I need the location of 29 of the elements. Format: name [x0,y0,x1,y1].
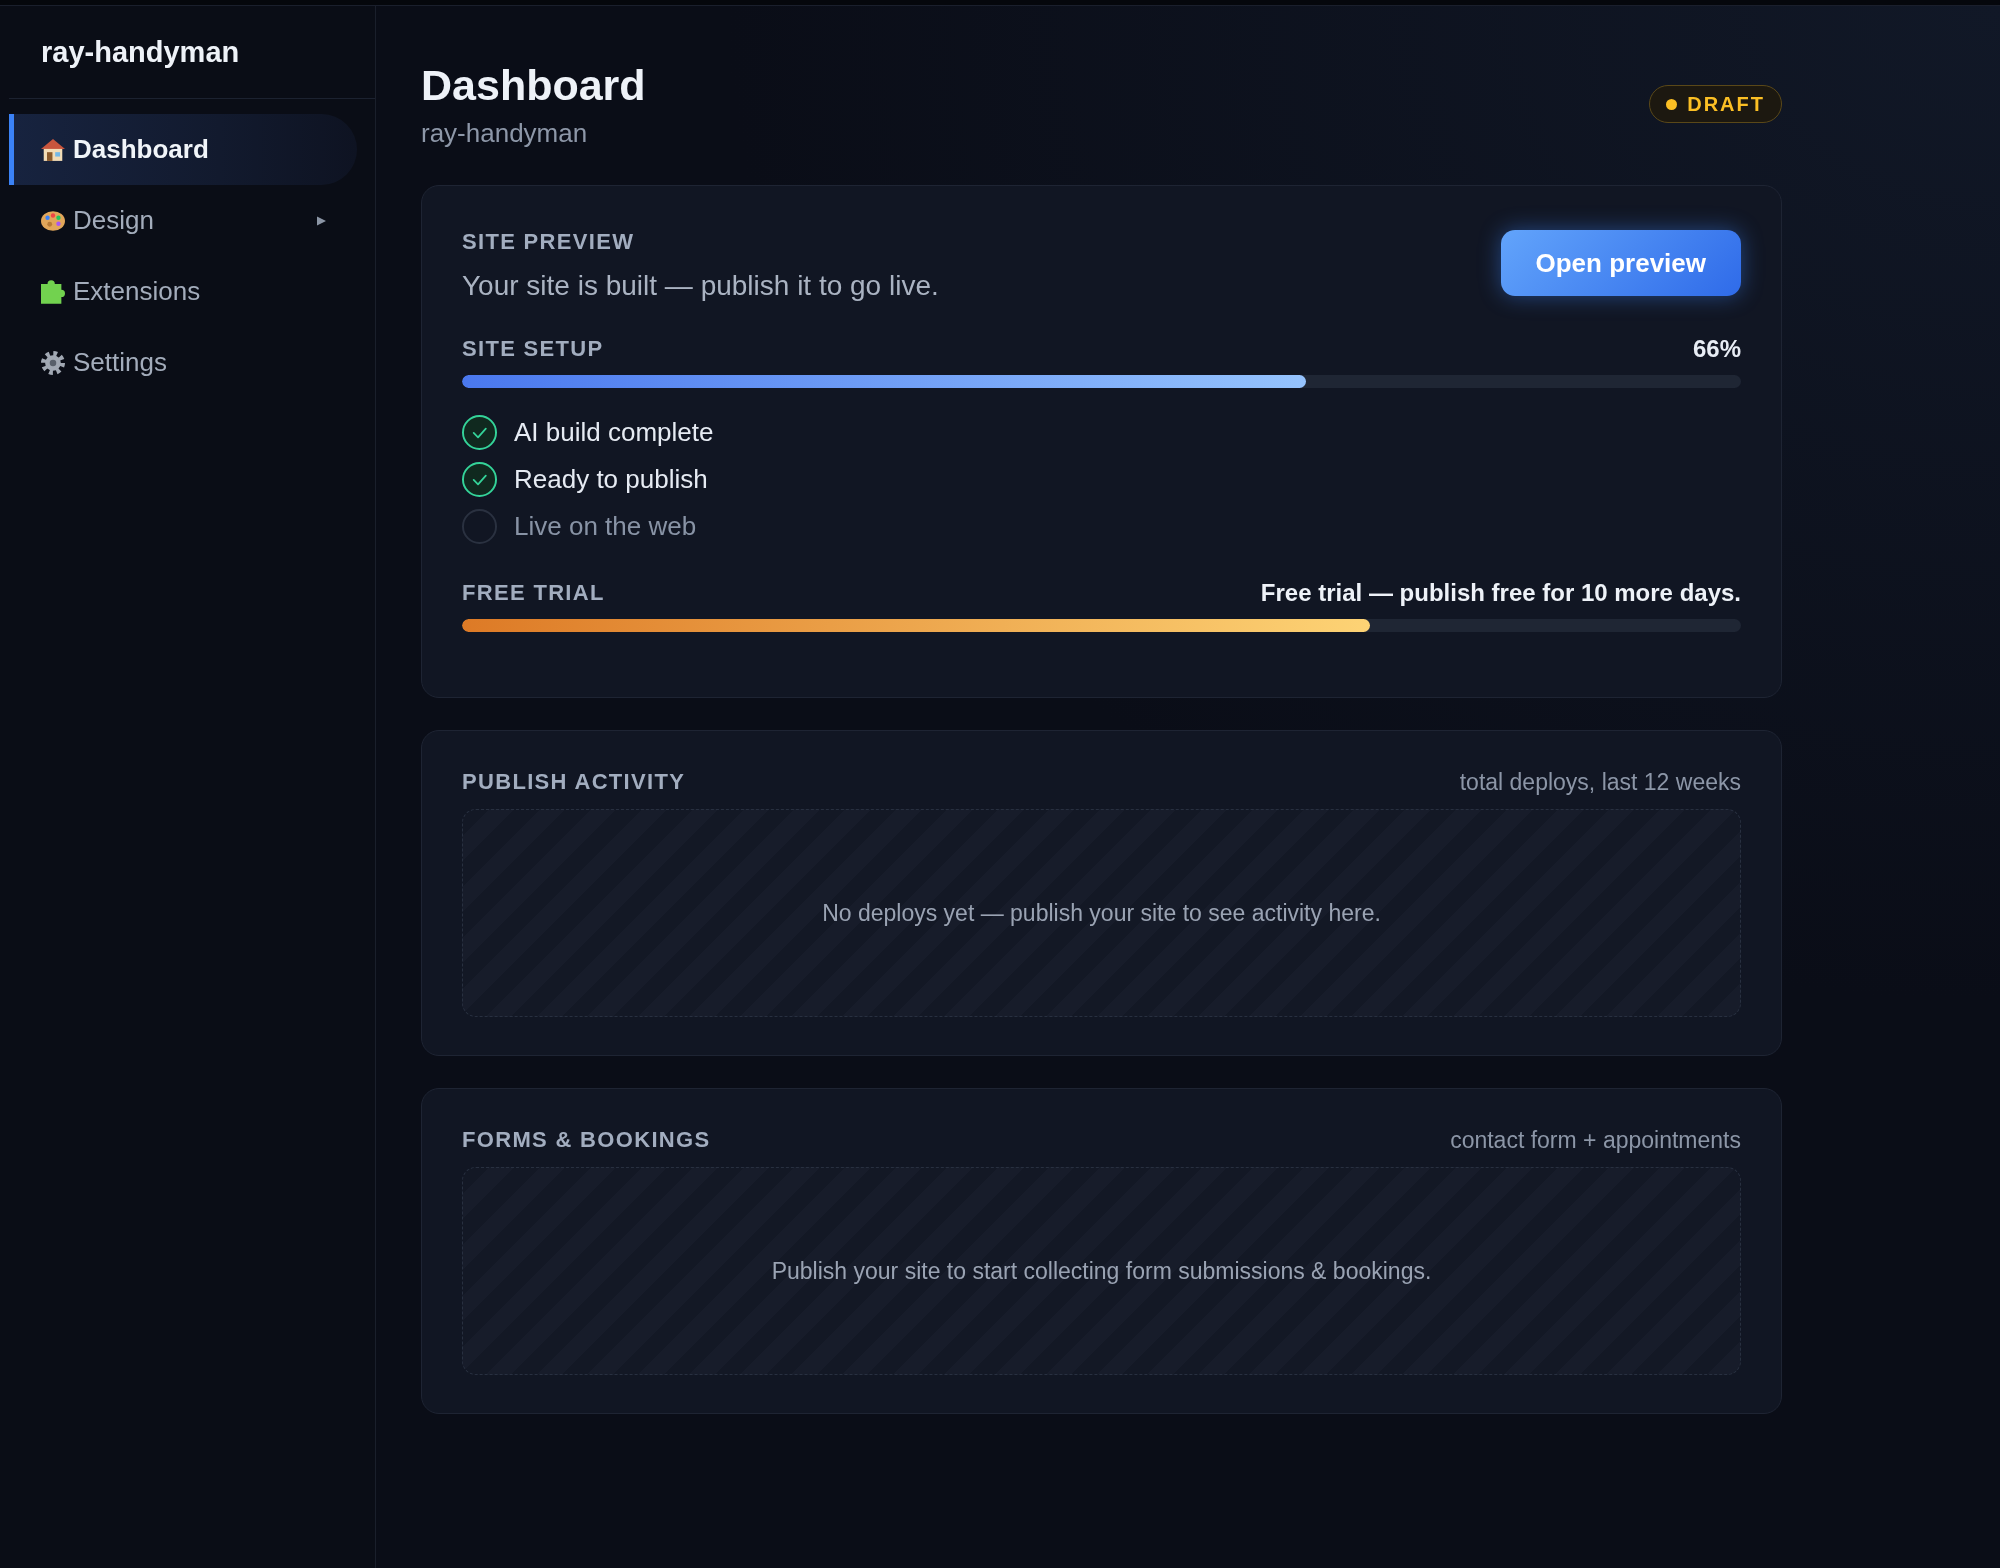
section-label: SITE PREVIEW [462,229,636,255]
section-label: FREE TRIAL [462,580,605,606]
brand-name: ray-handyman [41,35,240,69]
nav-item[interactable]: Extensions [9,256,357,327]
gear-icon [41,350,65,375]
checklist-item: AI build complete [514,416,714,448]
house-icon [41,137,65,162]
section-caption: total deploys, last 12 weeks [1459,769,1741,795]
checklist-item: Ready to publish [514,463,708,495]
empty-state-message: Publish your site to start collecting form submissions & bookings. [771,1257,1432,1285]
nav-item[interactable]: Dashboard [9,114,357,185]
puzzle-piece-icon [41,279,65,304]
section-label: SITE SETUP [462,336,604,362]
section-label: PUBLISH ACTIVITY [462,769,686,795]
progress-percent: 66% [1692,336,1741,362]
empty-state-message: No deploys yet — publish your site to see activity here. [822,899,1381,927]
palette-icon [41,208,65,233]
nav-item[interactable]: Design [9,185,357,256]
status-text: DRAFT [1687,92,1765,116]
page-title: Dashboard [421,60,646,111]
page-subtitle: ray-handyman [421,117,589,149]
section-label: FORMS & BOOKINGS [462,1127,711,1153]
status-dot-icon [1666,98,1678,110]
checklist-item: Live on the web [514,510,697,542]
section-description: Your site is built — publish it to go live. [462,269,939,303]
section-caption: contact form + appointments [1450,1127,1741,1153]
open-preview-button[interactable]: Open preview [1500,230,1741,296]
trial-note: Free trial — publish free for 10 more days. [1260,580,1741,606]
nav-item[interactable]: Settings [9,327,357,398]
